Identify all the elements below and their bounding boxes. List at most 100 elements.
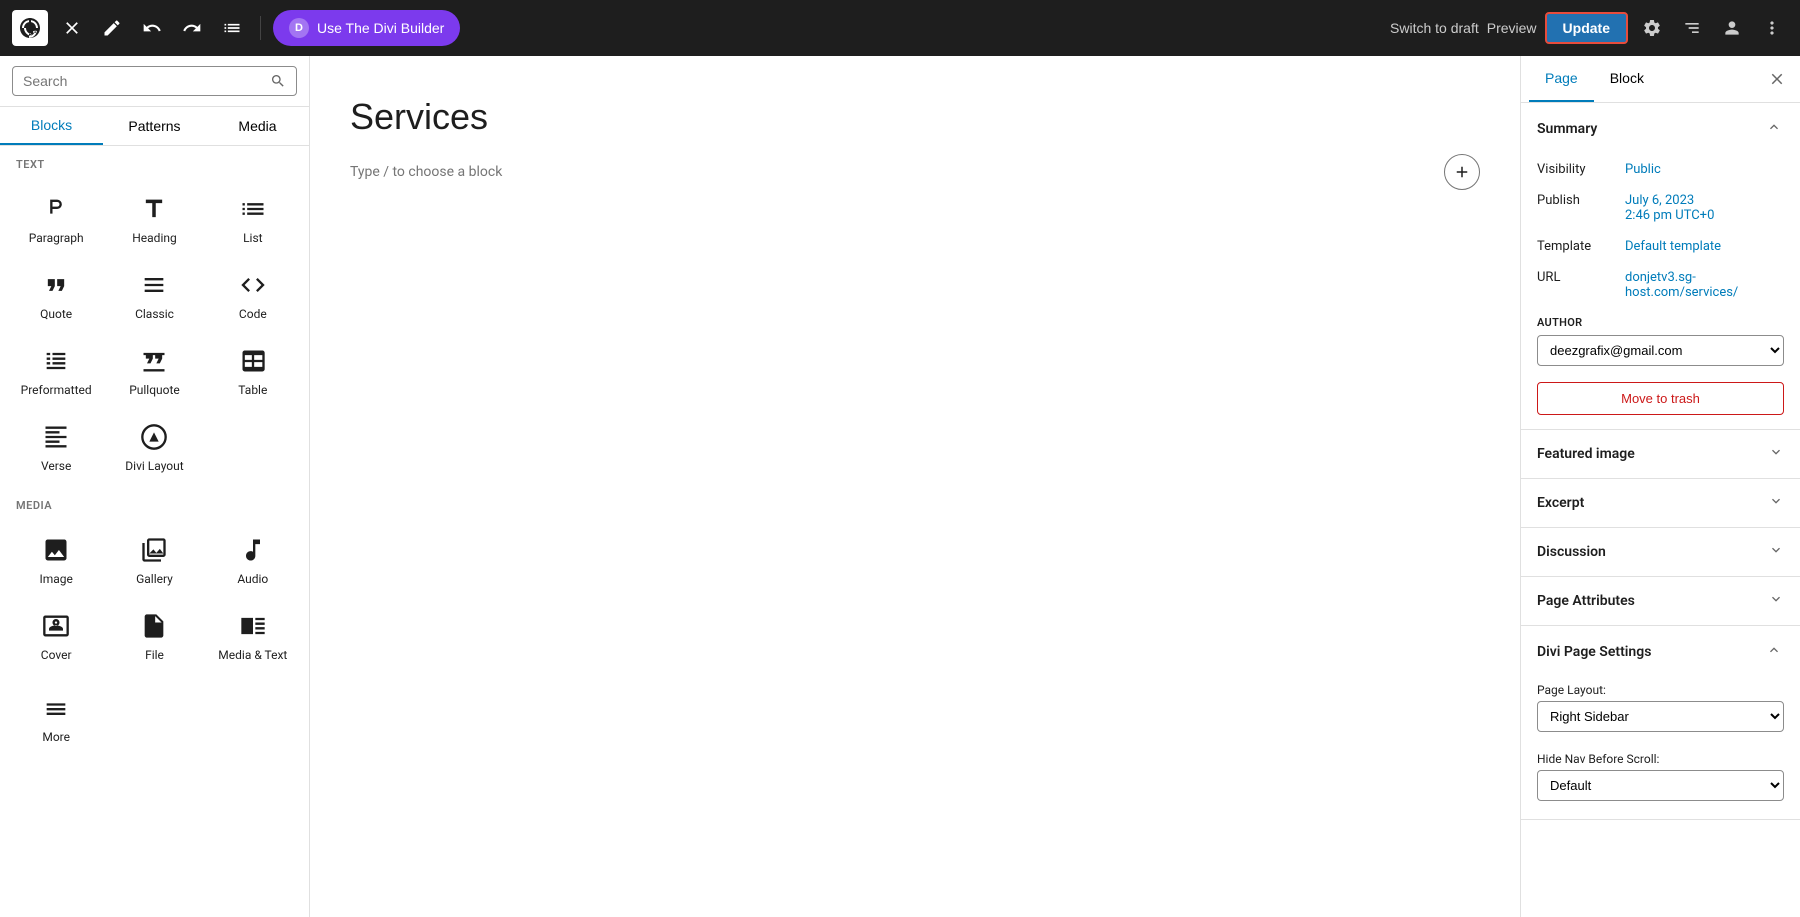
- summary-toggle[interactable]: [1764, 117, 1784, 140]
- preformatted-label: Preformatted: [21, 383, 92, 397]
- discussion-title: Discussion: [1537, 544, 1606, 560]
- pullquote-icon: [140, 347, 168, 375]
- block-verse[interactable]: Verse: [8, 409, 104, 483]
- block-classic[interactable]: Classic: [106, 257, 202, 331]
- block-preformatted[interactable]: Preformatted: [8, 333, 104, 407]
- block-cover[interactable]: Cover: [8, 598, 104, 672]
- more-block-grid: More: [0, 676, 309, 758]
- list-view-button[interactable]: [216, 12, 248, 44]
- image-icon: [42, 536, 70, 564]
- classic-icon: [140, 271, 168, 299]
- featured-image-chevron: [1768, 444, 1784, 464]
- block-heading[interactable]: Heading: [106, 181, 202, 255]
- publish-label: Publish: [1537, 193, 1617, 208]
- url-value[interactable]: donjetv3.sg-host.com/services/: [1625, 270, 1784, 300]
- undo-button[interactable]: [136, 12, 168, 44]
- template-label: Template: [1537, 239, 1617, 254]
- placeholder-text: Type / to choose a block: [350, 164, 502, 180]
- featured-image-title: Featured image: [1537, 446, 1635, 462]
- divi-settings-header[interactable]: Divi Page Settings: [1521, 626, 1800, 677]
- featured-image-header[interactable]: Featured image: [1521, 430, 1800, 478]
- divi-settings-toggle[interactable]: [1764, 640, 1784, 663]
- publish-value[interactable]: July 6, 2023 2:46 pm UTC+0: [1625, 193, 1714, 223]
- block-pullquote[interactable]: Pullquote: [106, 333, 202, 407]
- text-block-grid: Paragraph Heading List Quote Classic C: [0, 177, 309, 487]
- classic-label: Classic: [135, 307, 174, 321]
- publish-line1: July 6, 2023: [1625, 193, 1694, 208]
- switch-draft-button[interactable]: Switch to draft: [1390, 20, 1479, 36]
- more-options-button[interactable]: [1756, 12, 1788, 44]
- preview-button[interactable]: Preview: [1487, 20, 1537, 36]
- cover-label: Cover: [41, 648, 72, 662]
- right-panel-header: Page Block: [1521, 56, 1800, 103]
- discussion-header[interactable]: Discussion: [1521, 528, 1800, 576]
- excerpt-header[interactable]: Excerpt: [1521, 479, 1800, 527]
- tab-block[interactable]: Block: [1594, 56, 1660, 102]
- tab-blocks[interactable]: Blocks: [0, 107, 103, 145]
- separator: [260, 16, 261, 40]
- view-toggle-button[interactable]: [1676, 12, 1708, 44]
- table-label: Table: [238, 383, 267, 397]
- block-more[interactable]: More: [8, 680, 104, 754]
- chevron-down-icon-3: [1768, 542, 1784, 558]
- divi-builder-button[interactable]: D Use The Divi Builder: [273, 10, 460, 46]
- discussion-section: Discussion: [1521, 528, 1800, 577]
- tab-media[interactable]: Media: [206, 107, 309, 145]
- block-image[interactable]: Image: [8, 522, 104, 596]
- settings-button[interactable]: [1636, 12, 1668, 44]
- page-attributes-header[interactable]: Page Attributes: [1521, 577, 1800, 625]
- page-attributes-section: Page Attributes: [1521, 577, 1800, 626]
- divi-settings-title: Divi Page Settings: [1537, 644, 1651, 660]
- block-code[interactable]: Code: [205, 257, 301, 331]
- block-quote[interactable]: Quote: [8, 257, 104, 331]
- close-button[interactable]: [56, 12, 88, 44]
- divi-page-settings: Divi Page Settings Page Layout: Right Si…: [1521, 626, 1800, 820]
- gallery-label: Gallery: [136, 572, 173, 586]
- block-audio[interactable]: Audio: [205, 522, 301, 596]
- redo-button[interactable]: [176, 12, 208, 44]
- block-file[interactable]: File: [106, 598, 202, 672]
- page-layout-select[interactable]: Right Sidebar Left Sidebar Full Width No…: [1537, 701, 1784, 732]
- block-tabs: Blocks Patterns Media: [0, 107, 309, 146]
- paragraph-icon: [42, 195, 70, 223]
- discussion-chevron: [1768, 542, 1784, 562]
- move-trash-button[interactable]: Move to trash: [1537, 382, 1784, 415]
- block-media-text[interactable]: Media & Text: [205, 598, 301, 672]
- update-button[interactable]: Update: [1545, 12, 1628, 44]
- code-icon: [239, 271, 267, 299]
- block-table[interactable]: Table: [205, 333, 301, 407]
- page-title[interactable]: [350, 96, 1480, 138]
- excerpt-chevron: [1768, 493, 1784, 513]
- tab-patterns[interactable]: Patterns: [103, 107, 206, 145]
- heading-icon: [140, 195, 168, 223]
- close-panel-button[interactable]: [1762, 64, 1792, 94]
- search-input[interactable]: [23, 73, 270, 89]
- chevron-up-icon-2: [1766, 642, 1782, 658]
- block-divi-layout[interactable]: Divi Layout: [106, 409, 202, 483]
- visibility-row: Visibility Public: [1521, 154, 1800, 185]
- template-value[interactable]: Default template: [1625, 239, 1721, 254]
- author-select[interactable]: deezgrafix@gmail.com: [1537, 335, 1784, 366]
- tab-page[interactable]: Page: [1529, 56, 1594, 102]
- pullquote-label: Pullquote: [129, 383, 180, 397]
- hide-nav-select[interactable]: Default Yes No: [1537, 770, 1784, 801]
- user-button[interactable]: [1716, 12, 1748, 44]
- list-label: List: [243, 231, 263, 245]
- pencil-button[interactable]: [96, 12, 128, 44]
- topbar-right: Switch to draft Preview Update: [1390, 12, 1788, 44]
- template-row: Template Default template: [1521, 231, 1800, 262]
- chevron-up-icon: [1766, 119, 1782, 135]
- media-section-label: MEDIA: [0, 487, 309, 518]
- block-list[interactable]: List: [205, 181, 301, 255]
- block-gallery[interactable]: Gallery: [106, 522, 202, 596]
- table-icon: [239, 347, 267, 375]
- visibility-value[interactable]: Public: [1625, 162, 1661, 177]
- file-label: File: [145, 648, 164, 662]
- left-panel: Blocks Patterns Media TEXT Paragraph Hea…: [0, 56, 310, 917]
- publish-line2: 2:46 pm UTC+0: [1625, 208, 1714, 223]
- summary-section-header[interactable]: Summary: [1521, 103, 1800, 154]
- quote-icon: [42, 271, 70, 299]
- paragraph-label: Paragraph: [29, 231, 84, 245]
- add-block-button[interactable]: [1444, 154, 1480, 190]
- block-paragraph[interactable]: Paragraph: [8, 181, 104, 255]
